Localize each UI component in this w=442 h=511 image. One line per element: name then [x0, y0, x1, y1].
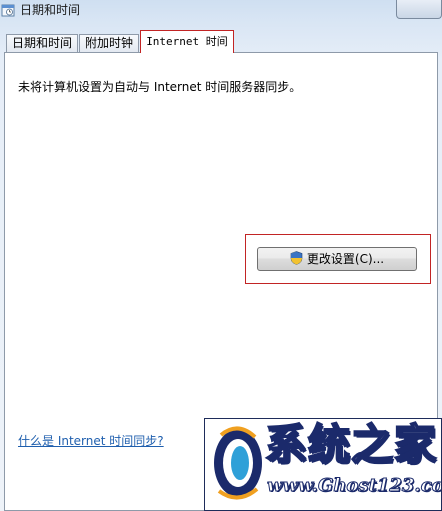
tab-date-time[interactable]: 日期和时间: [6, 34, 78, 52]
ghost-logo-icon: [214, 426, 262, 500]
watermark-logo: 系统之家 www.Ghost123.com: [204, 418, 442, 511]
clock-calendar-icon: [1, 4, 15, 17]
tab-strip: 日期和时间 附加时钟 Internet 时间: [4, 30, 440, 53]
close-button[interactable]: [396, 0, 442, 19]
sync-status-text: 未将计算机设置为自动与 Internet 时间服务器同步。: [18, 80, 302, 94]
watermark-site-name: 系统之家: [264, 420, 438, 469]
title-bar[interactable]: 日期和时间: [0, 0, 442, 26]
change-settings-button[interactable]: 更改设置(C)...: [257, 247, 417, 271]
window-title: 日期和时间: [20, 3, 81, 17]
change-settings-label: 更改设置(C)...: [306, 252, 385, 266]
watermark-site-url: www.Ghost123.com: [267, 475, 441, 497]
tab-additional-clocks[interactable]: 附加时钟: [79, 34, 139, 52]
date-time-dialog: 日期和时间 日期和时间 附加时钟 Internet 时间 未将计算机设置为自动与…: [0, 0, 442, 511]
internet-time-help-link[interactable]: 什么是 Internet 时间同步?: [18, 432, 164, 449]
tab-internet-time[interactable]: Internet 时间: [140, 30, 234, 53]
uac-shield-icon: [290, 251, 303, 265]
